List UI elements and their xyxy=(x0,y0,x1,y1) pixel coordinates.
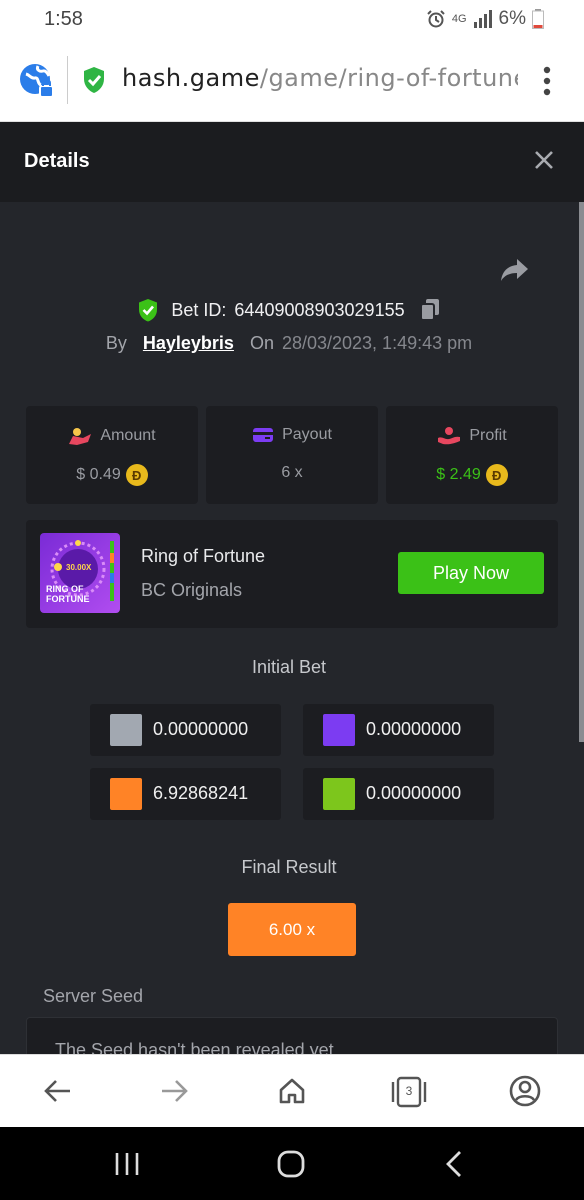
final-result-heading: Final Result xyxy=(241,857,337,877)
bet-value: 0.00000000 xyxy=(366,783,462,803)
verified-shield-icon xyxy=(139,299,158,322)
copy-icon[interactable] xyxy=(419,298,441,322)
bet-id-value: 64409008903029155 xyxy=(234,299,405,320)
card-icon xyxy=(253,428,274,442)
payout-value: 6 x xyxy=(281,464,303,481)
bet-id-label: Bet ID: xyxy=(171,299,227,320)
url-path: /game/ring-of-fortune xyxy=(259,64,518,92)
bet-grey: 0.00000000 xyxy=(90,704,281,756)
bet-orange: 6.92868241 xyxy=(90,768,281,820)
profit-hand-icon xyxy=(438,427,461,445)
url-divider xyxy=(67,56,68,104)
bet-details-modal: Details Bet ID: 64409008903029155 By Hay… xyxy=(0,122,584,1054)
author-row: By Hayleybris On 28/03/2023, 1:49:43 pm xyxy=(0,333,578,354)
game-thumbnail[interactable]: 30.00X RING OF FORTUNE xyxy=(40,533,120,613)
close-icon[interactable] xyxy=(532,148,556,172)
profit-label: Profit xyxy=(469,427,507,444)
profit-value: $ 2.49 xyxy=(436,466,481,483)
site-info-icon[interactable] xyxy=(18,62,56,100)
profit-card: Profit $ 2.49 Đ xyxy=(386,406,558,504)
payout-label-row: Payout xyxy=(206,426,378,444)
battery-icon xyxy=(532,9,544,29)
account-icon[interactable] xyxy=(509,1075,541,1107)
final-result-value: 6.00 x xyxy=(228,903,356,956)
play-now-button[interactable]: Play Now xyxy=(398,552,544,594)
back-arrow-icon[interactable] xyxy=(44,1079,72,1103)
secure-shield-icon xyxy=(84,67,104,93)
status-icons: 4G 6% xyxy=(426,8,544,30)
modal-title: Details xyxy=(24,150,90,172)
orange-swatch xyxy=(110,778,142,810)
bet-value: 0.00000000 xyxy=(153,719,249,739)
payout-label: Payout xyxy=(282,426,332,443)
amount-label: Amount xyxy=(100,427,156,444)
url-text[interactable]: hash.game/game/ring-of-fortune xyxy=(122,64,518,92)
profit-label-row: Profit xyxy=(386,426,558,446)
home-icon[interactable] xyxy=(278,1077,306,1105)
more-options-icon[interactable] xyxy=(542,66,552,96)
tab-count: 3 xyxy=(405,1084,413,1098)
bet-datetime: 28/03/2023, 1:49:43 pm xyxy=(281,333,473,353)
green-swatch xyxy=(323,778,355,810)
amount-card: Amount $ 0.49 Đ xyxy=(26,406,198,504)
payout-card: Payout 6 x xyxy=(206,406,378,504)
system-nav-bar xyxy=(0,1127,584,1200)
system-back-icon[interactable] xyxy=(444,1149,464,1179)
profit-value-row: $ 2.49 Đ xyxy=(386,464,558,486)
alarm-icon xyxy=(427,10,445,28)
scrollbar[interactable] xyxy=(579,202,584,742)
game-name[interactable]: Ring of Fortune xyxy=(141,546,265,567)
browser-bottom-nav: 3 xyxy=(0,1054,584,1127)
modal-header: Details xyxy=(0,122,584,202)
recent-apps-icon[interactable] xyxy=(114,1151,140,1177)
amount-label-row: Amount xyxy=(26,426,198,446)
status-bar: 1:58 4G 6% xyxy=(0,0,584,40)
purple-swatch xyxy=(323,714,355,746)
bet-value: 6.92868241 xyxy=(153,783,249,803)
status-time: 1:58 xyxy=(44,8,83,30)
browser-address-bar: hash.game/game/ring-of-fortune xyxy=(0,40,584,122)
amount-value: $ 0.49 xyxy=(76,466,121,483)
share-icon[interactable] xyxy=(500,257,530,283)
game-card: 30.00X RING OF FORTUNE Ring of Fortune B… xyxy=(26,520,558,628)
doge-coin-icon: Đ xyxy=(125,464,148,486)
bet-id-row: Bet ID: 64409008903029155 xyxy=(0,298,578,322)
server-seed-text: The Seed hasn't been revealed yet xyxy=(55,1040,334,1054)
thumb-multiplier: 30.00X xyxy=(66,563,92,572)
doge-coin-icon: Đ xyxy=(485,464,508,486)
battery-percent: 6% xyxy=(498,8,526,29)
home-circle-icon[interactable] xyxy=(276,1149,306,1179)
thumb-title-line1: RING OF xyxy=(46,584,84,594)
network-type: 4G xyxy=(451,12,467,25)
amount-value-row: $ 0.49 Đ xyxy=(26,464,198,486)
payout-value-row: 6 x xyxy=(206,464,378,482)
grey-swatch xyxy=(110,714,142,746)
bet-value: 0.00000000 xyxy=(366,719,462,739)
money-hand-icon xyxy=(69,428,92,445)
by-label: By xyxy=(105,333,127,353)
bet-purple: 0.00000000 xyxy=(303,704,494,756)
forward-arrow-icon[interactable] xyxy=(160,1079,188,1103)
server-seed-box: The Seed hasn't been revealed yet xyxy=(26,1017,558,1054)
bet-green: 0.00000000 xyxy=(303,768,494,820)
url-host: hash.game xyxy=(122,64,260,92)
signal-icon xyxy=(473,10,492,28)
server-seed-label: Server Seed xyxy=(43,986,144,1006)
initial-bet-heading: Initial Bet xyxy=(251,657,327,677)
on-label: On xyxy=(249,333,274,353)
tabs-button[interactable]: 3 xyxy=(390,1076,428,1108)
username-link[interactable]: Hayleybris xyxy=(143,333,234,354)
game-provider: BC Originals xyxy=(141,580,243,600)
thumb-title-line2: FORTUNE xyxy=(46,594,90,604)
